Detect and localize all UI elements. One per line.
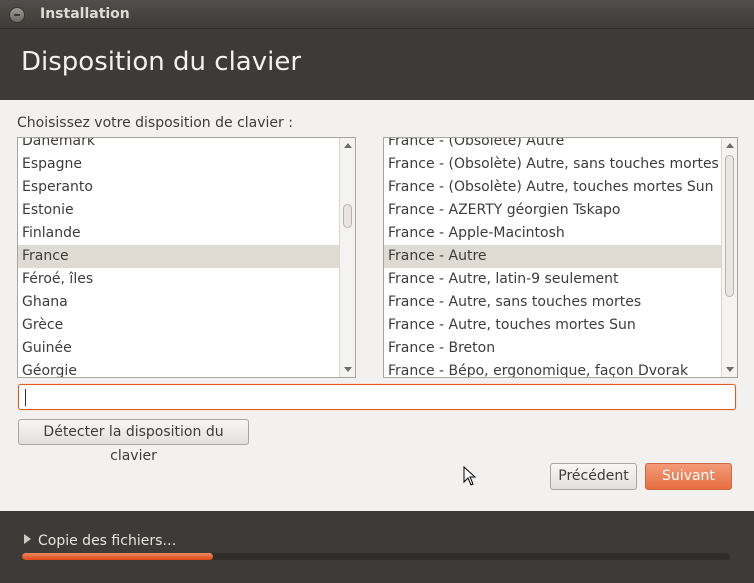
next-button[interactable]: Suivant xyxy=(645,463,732,490)
variant-list-item[interactable]: France - (Obsolète) Autre, touches morte… xyxy=(384,176,721,199)
layout-list[interactable]: Danemark Espagne Esperanto Estonie Finlande F… xyxy=(17,137,356,378)
scroll-thumb[interactable] xyxy=(725,155,734,297)
main-content: Choisissez votre disposition de clavier … xyxy=(0,100,754,511)
variant-list-item[interactable]: France - Bépo, ergonomique, façon Dvorak xyxy=(384,360,721,377)
variant-list-item[interactable]: France - Autre xyxy=(384,245,721,268)
layout-prompt: Choisissez votre disposition de clavier … xyxy=(17,115,293,131)
detect-layout-button[interactable]: Détecter la disposition du clavier xyxy=(18,419,249,464)
keyboard-test-input[interactable] xyxy=(18,384,736,410)
progress-fill xyxy=(22,553,214,560)
mouse-pointer-icon xyxy=(463,466,477,486)
title-bar: Installation xyxy=(0,0,754,29)
layout-list-item[interactable]: Géorgie xyxy=(18,360,339,377)
variant-list-item[interactable]: France - AZERTY géorgien Tskapo xyxy=(384,199,721,222)
variant-list-item[interactable]: France - Autre, latin-9 seulement xyxy=(384,268,721,291)
layout-list-scrollbar[interactable] xyxy=(339,138,355,377)
layout-list-item[interactable]: Espagne xyxy=(18,153,339,176)
variant-list-item[interactable]: France - (Obsolète) Autre xyxy=(384,138,721,153)
variant-list-item[interactable]: France - Apple-Macintosh xyxy=(384,222,721,245)
footer: Copie des fichiers… xyxy=(0,511,754,583)
window-title: Installation xyxy=(40,6,130,22)
page-header: Disposition du clavier xyxy=(0,29,754,100)
scroll-up-icon[interactable] xyxy=(726,143,734,148)
layout-list-item[interactable]: Guinée xyxy=(18,337,339,360)
variant-list-item[interactable]: France - Autre, touches mortes Sun xyxy=(384,314,721,337)
layout-list-item[interactable]: Finlande xyxy=(18,222,339,245)
close-icon[interactable] xyxy=(9,7,25,23)
expand-arrow-icon[interactable] xyxy=(24,534,31,544)
layout-list-item[interactable]: Danemark xyxy=(18,138,339,153)
copy-status-label[interactable]: Copie des fichiers… xyxy=(38,533,176,549)
page-title: Disposition du clavier xyxy=(21,47,302,77)
scroll-up-icon[interactable] xyxy=(344,143,352,148)
text-caret xyxy=(25,389,26,406)
variant-list[interactable]: France - (Obsolète) Autre France - (Obsol… xyxy=(383,137,738,378)
layout-list-item[interactable]: Estonie xyxy=(18,199,339,222)
layout-list-item[interactable]: France xyxy=(18,245,339,268)
layout-list-item[interactable]: Esperanto xyxy=(18,176,339,199)
layout-list-item[interactable]: Grèce xyxy=(18,314,339,337)
variant-list-item[interactable]: France - Breton xyxy=(384,337,721,360)
progress-bar xyxy=(22,553,730,560)
previous-button[interactable]: Précédent xyxy=(550,463,637,490)
scroll-down-icon[interactable] xyxy=(726,367,734,372)
scroll-thumb[interactable] xyxy=(343,204,352,228)
variant-list-scrollbar[interactable] xyxy=(721,138,737,377)
layout-list-item[interactable]: Ghana xyxy=(18,291,339,314)
scroll-down-icon[interactable] xyxy=(344,367,352,372)
variant-list-item[interactable]: France - (Obsolète) Autre, sans touches … xyxy=(384,153,721,176)
variant-list-item[interactable]: France - Autre, sans touches mortes xyxy=(384,291,721,314)
layout-list-item[interactable]: Féroé, îles xyxy=(18,268,339,291)
